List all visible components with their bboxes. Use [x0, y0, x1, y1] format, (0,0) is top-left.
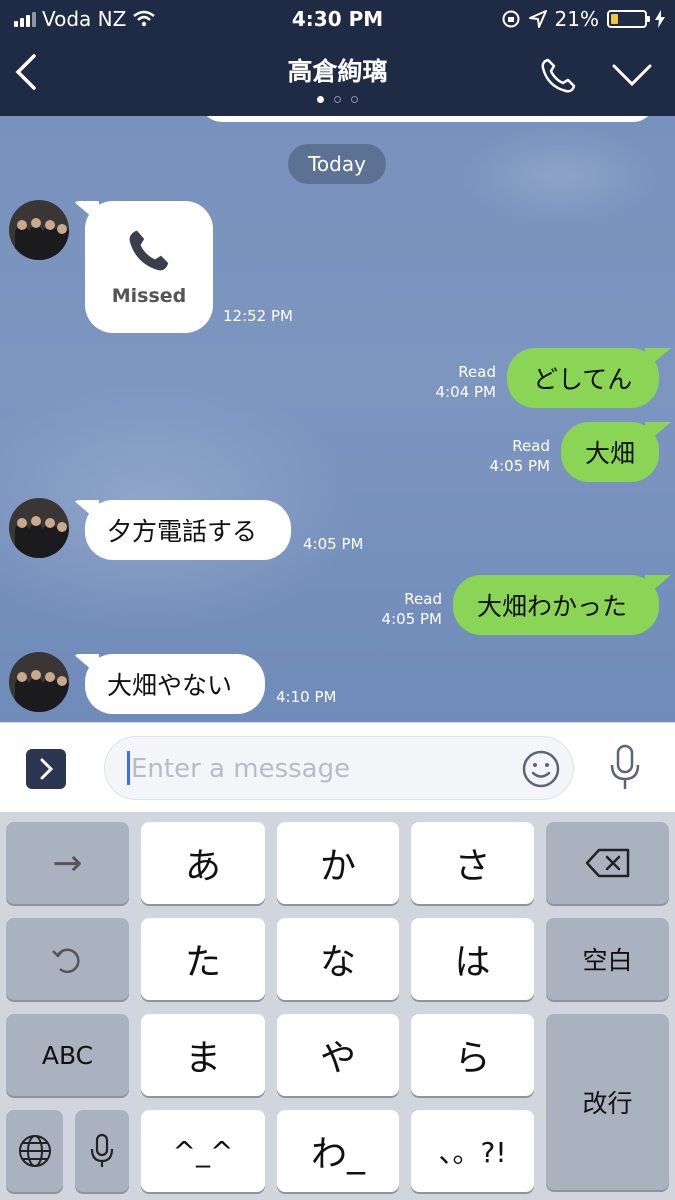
key-a[interactable]: あ [141, 822, 265, 904]
globe-key[interactable] [6, 1110, 63, 1192]
key-sa[interactable]: さ [411, 822, 534, 904]
previous-message-bubble[interactable] [200, 116, 655, 122]
arrow-key[interactable]: → [6, 822, 129, 904]
key-ya[interactable]: や [277, 1014, 399, 1096]
rotation-lock-icon [502, 10, 520, 28]
key-punctuation[interactable]: 、。?! [411, 1110, 534, 1192]
message-text: 大畑わかった [477, 592, 628, 621]
outgoing-message[interactable]: どしてん [507, 348, 659, 408]
undo-icon [51, 948, 80, 974]
message-meta: Read 4:05 PM [464, 436, 550, 476]
message-input-bar: Enter a message [0, 722, 675, 812]
chevron-down-icon[interactable] [610, 60, 654, 90]
avatar[interactable] [9, 200, 69, 260]
read-receipt: Read [404, 590, 442, 608]
abc-key[interactable]: ABC [6, 1014, 129, 1096]
backspace-icon [585, 848, 629, 878]
page-dots [0, 96, 675, 103]
avatar[interactable] [9, 652, 69, 712]
key-ka[interactable]: か [277, 822, 399, 904]
status-bar: Voda NZ 4:30 PM 21% [0, 0, 675, 38]
backspace-key[interactable] [546, 822, 669, 904]
message-meta: Read 4:05 PM [356, 589, 442, 629]
missed-call-bubble[interactable]: Missed [85, 201, 213, 333]
outgoing-message[interactable]: 大畑 [561, 422, 659, 482]
message-text: どしてん [533, 365, 633, 394]
key-ma[interactable]: ま [141, 1014, 265, 1096]
key-wa[interactable]: わ_ [277, 1110, 399, 1192]
message-time: 4:04 PM [435, 383, 496, 401]
read-receipt: Read [512, 437, 550, 455]
undo-key[interactable] [6, 918, 129, 1000]
incoming-message[interactable]: 夕方電話する [85, 500, 291, 560]
key-ta[interactable]: た [141, 918, 265, 1000]
message-placeholder: Enter a message [131, 754, 351, 784]
date-separator: Today [288, 144, 386, 184]
battery-percent: 21% [554, 7, 599, 31]
status-right: 21% [501, 7, 665, 31]
key-na[interactable]: な [277, 918, 399, 1000]
message-time: 12:52 PM [223, 307, 293, 325]
page-dot [351, 96, 358, 103]
chevron-right-icon [40, 758, 54, 780]
phone-icon [129, 230, 169, 271]
avatar[interactable] [9, 498, 69, 558]
message-text: 大畑やない [107, 671, 233, 700]
space-key[interactable]: 空白 [546, 918, 669, 1000]
message-time: 4:10 PM [276, 688, 337, 706]
message-text: 大畑 [585, 439, 636, 468]
incoming-message[interactable]: 大畑やない [85, 654, 265, 714]
keyboard-mic-icon [90, 1133, 114, 1167]
message-time: 4:05 PM [303, 535, 364, 553]
smiley-icon[interactable] [521, 749, 561, 789]
key-ha[interactable]: は [411, 918, 534, 1000]
message-text: 夕方電話する [107, 517, 258, 546]
text-cursor [127, 751, 130, 785]
chat-area[interactable]: Today Missed 12:52 PM Read 4:04 PM どしてん … [0, 116, 675, 722]
outgoing-message[interactable]: 大畑わかった [453, 575, 659, 635]
read-receipt: Read [458, 363, 496, 381]
globe-icon [18, 1135, 51, 1167]
expand-button[interactable] [26, 749, 66, 789]
charging-icon [655, 10, 665, 28]
battery-icon [607, 10, 650, 28]
key-emoticon[interactable]: ^_^ [141, 1110, 265, 1192]
return-key[interactable]: 改行 [546, 1014, 669, 1190]
phone-icon[interactable] [538, 56, 578, 96]
keyboard: → あ か さ た な は 空白 ABC ま や ら 改行 ^_^ わ_ 、。?… [0, 812, 675, 1200]
key-ra[interactable]: ら [411, 1014, 534, 1096]
message-input[interactable]: Enter a message [104, 736, 574, 800]
page-dot [317, 96, 324, 103]
page-dot [334, 96, 341, 103]
missed-call-label: Missed [111, 285, 187, 307]
chat-header: 高倉絢璃 [0, 38, 675, 116]
dictation-key[interactable] [75, 1110, 129, 1192]
message-time: 4:05 PM [381, 610, 442, 628]
message-meta: Read 4:04 PM [410, 362, 496, 402]
microphone-icon[interactable] [605, 743, 645, 793]
location-icon [528, 10, 547, 28]
message-time: 4:05 PM [489, 457, 550, 475]
